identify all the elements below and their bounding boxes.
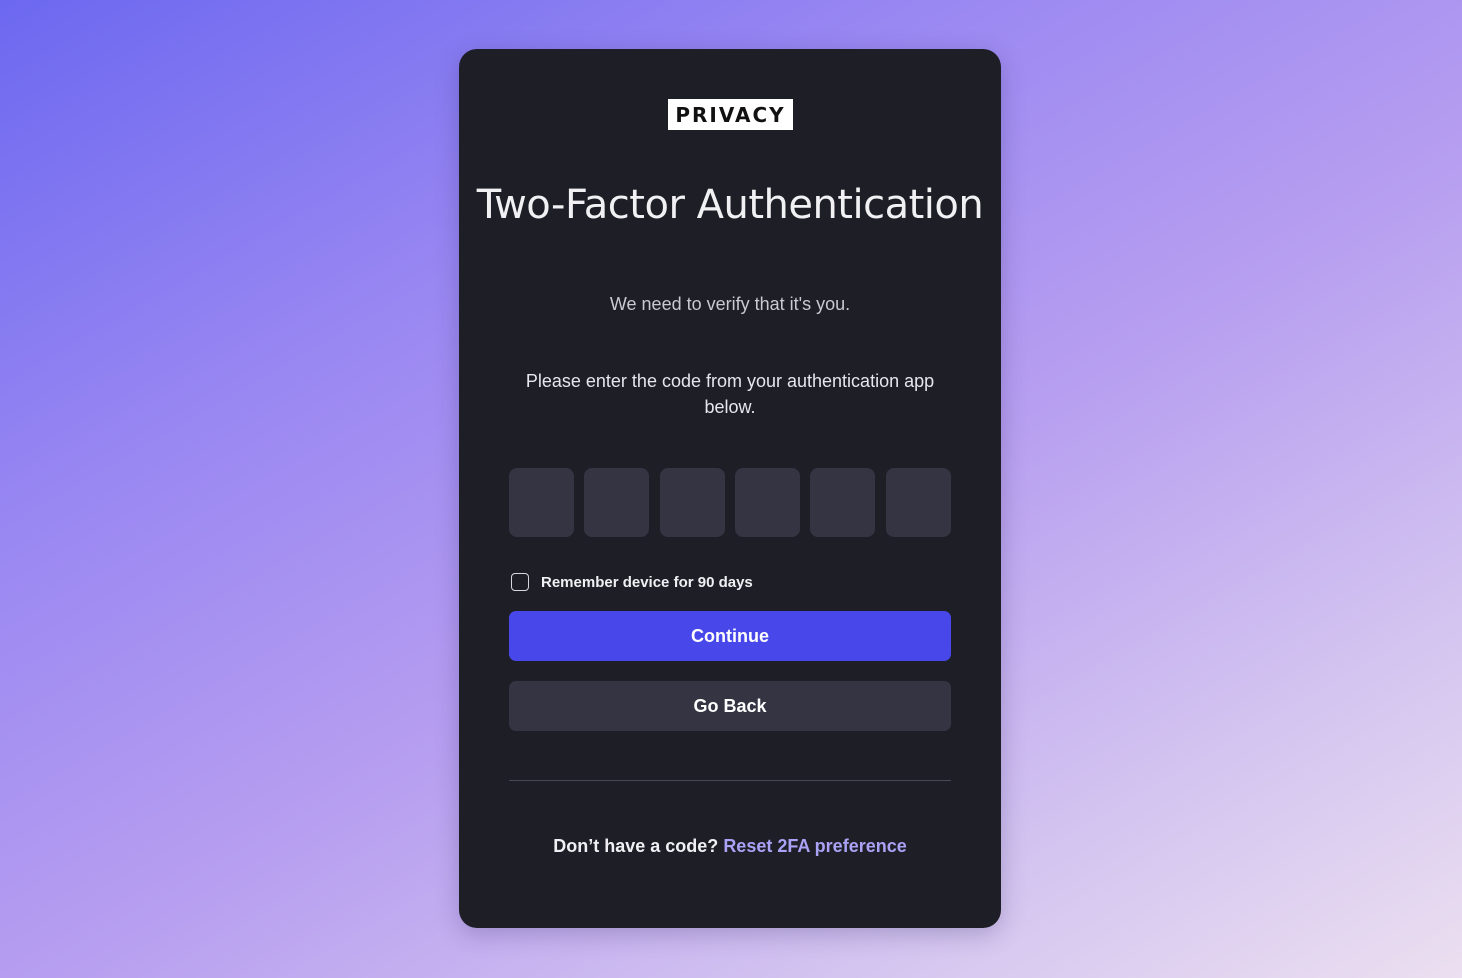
divider — [509, 780, 951, 781]
page-subtitle: We need to verify that it's you. — [609, 294, 851, 314]
two-factor-card: PRIVACY Two-Factor Authentication We nee… — [459, 49, 1001, 928]
code-digit-1[interactable] — [509, 468, 574, 537]
code-digit-3[interactable] — [660, 468, 725, 537]
footer-help: Don’t have a code? Reset 2FA preference — [459, 835, 1001, 857]
no-code-prompt: Don’t have a code? — [553, 836, 719, 856]
remember-device-label: Remember device for 90 days — [541, 573, 753, 591]
go-back-button[interactable]: Go Back — [509, 681, 951, 731]
code-digit-6[interactable] — [886, 468, 951, 537]
code-instructions: Please enter the code from your authenti… — [525, 371, 935, 417]
privacy-logo: PRIVACY — [668, 99, 793, 130]
reset-2fa-link[interactable]: Reset 2FA preference — [723, 836, 906, 856]
code-input-group — [509, 468, 951, 537]
page-title: Two-Factor Authentication — [476, 182, 984, 228]
remember-device-checkbox[interactable] — [511, 573, 529, 591]
code-digit-5[interactable] — [810, 468, 875, 537]
remember-device-row[interactable]: Remember device for 90 days — [511, 571, 753, 593]
code-digit-4[interactable] — [735, 468, 800, 537]
continue-button[interactable]: Continue — [509, 611, 951, 661]
logo-text: PRIVACY — [675, 102, 786, 127]
code-digit-2[interactable] — [584, 468, 649, 537]
